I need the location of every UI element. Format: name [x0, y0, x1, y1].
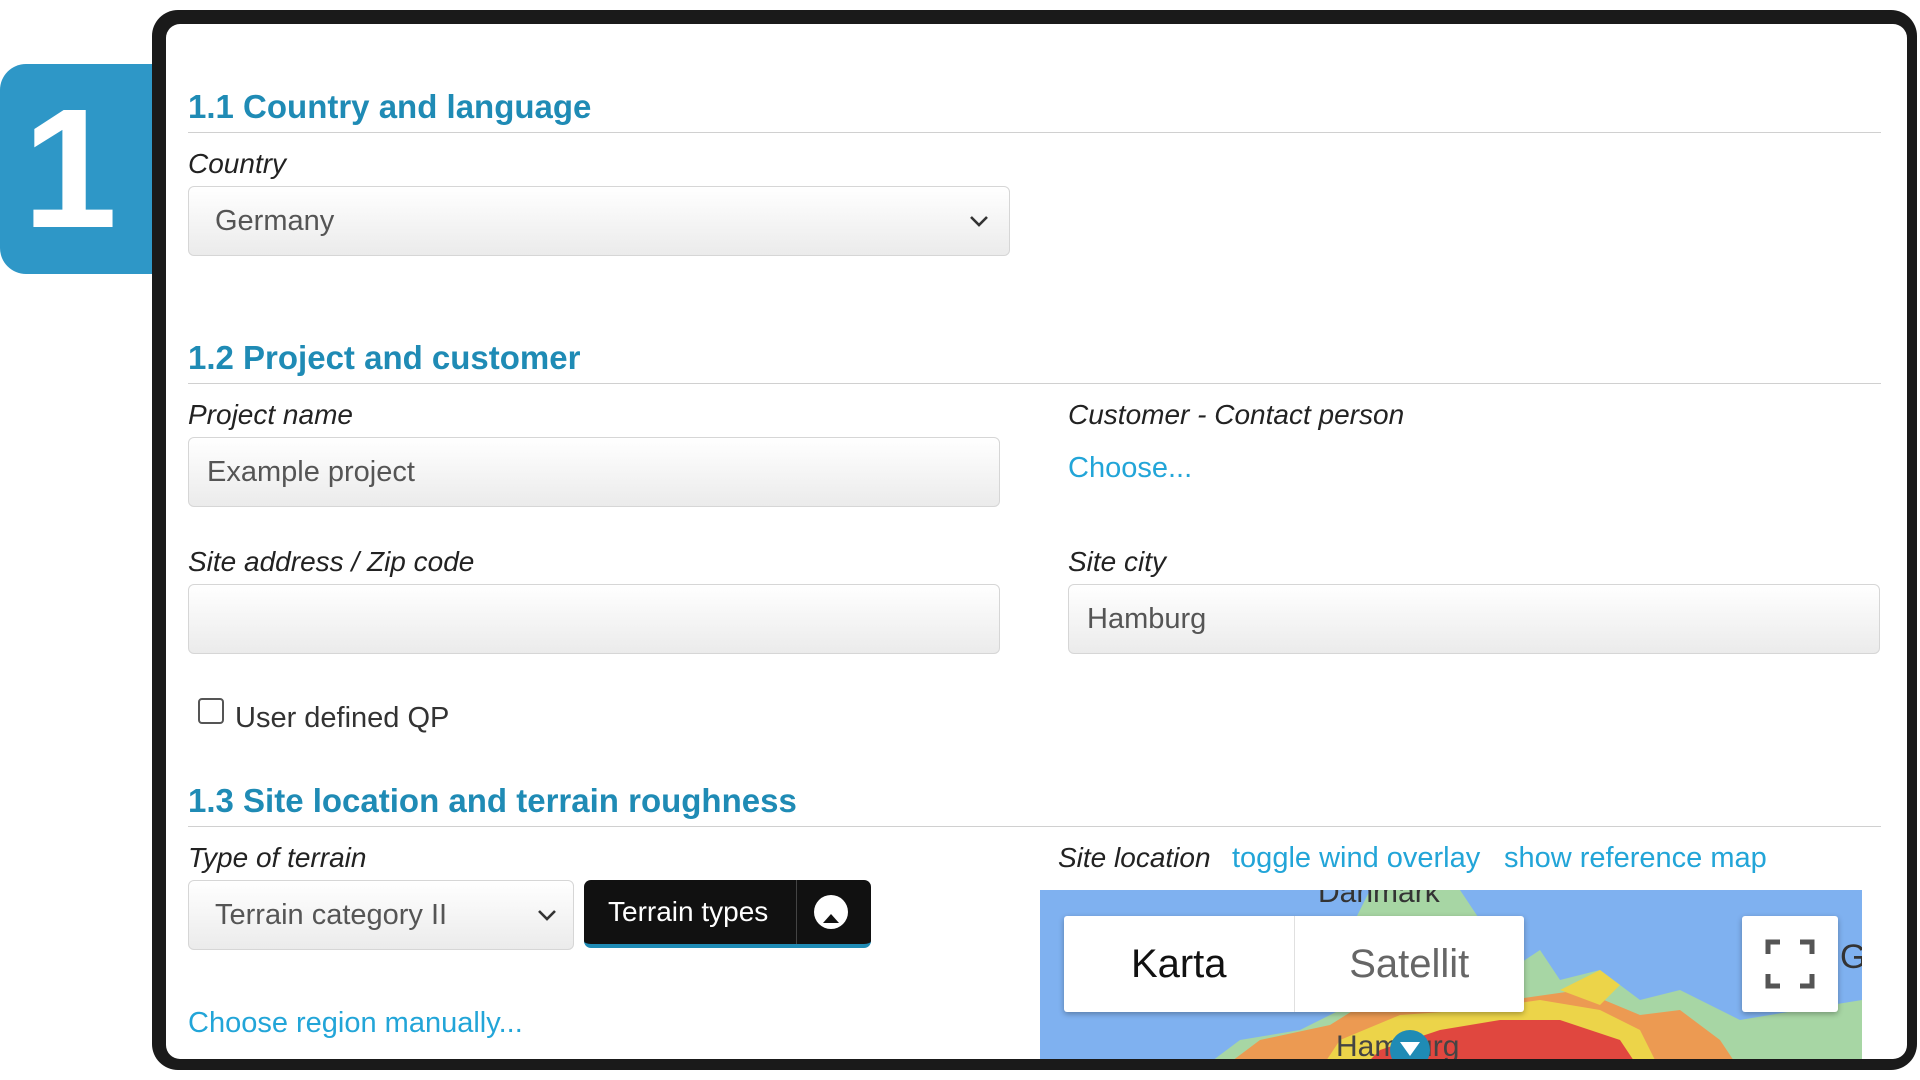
site-location-map[interactable]: Danmark Hamburg G Karta Satellit [1040, 890, 1862, 1059]
user-defined-qp-label: User defined QP [235, 702, 450, 734]
chevron-down-icon [970, 216, 988, 227]
terrain-type-value: Terrain category II [215, 899, 448, 931]
terrain-type-select[interactable]: Terrain category II [188, 880, 574, 950]
step-badge: 1 [0, 64, 170, 274]
screenshot-frame: 1.1 Country and language Country Germany… [152, 10, 1917, 1070]
site-city-input[interactable]: Hamburg [1068, 584, 1880, 654]
toggle-wind-overlay-link[interactable]: toggle wind overlay [1232, 842, 1480, 875]
terrain-types-button-label: Terrain types [608, 896, 769, 927]
user-defined-qp-checkbox[interactable] [198, 698, 224, 724]
site-city-label: Site city [1068, 546, 1167, 577]
project-name-input[interactable]: Example project [188, 437, 1000, 507]
show-reference-map-link[interactable]: show reference map [1504, 842, 1767, 875]
terrain-type-label: Type of terrain [188, 842, 367, 873]
map-type-toggle: Karta Satellit [1064, 916, 1524, 1012]
button-separator [796, 880, 797, 944]
site-city-value: Hamburg [1087, 603, 1207, 635]
step-number: 1 [22, 74, 118, 264]
project-name-label: Project name [188, 399, 353, 430]
site-address-input[interactable] [188, 584, 1000, 654]
site-location-label: Site location [1058, 842, 1211, 873]
map-label-country: Danmark [1318, 890, 1441, 909]
chevron-down-icon [538, 910, 556, 921]
section-divider [188, 383, 1881, 384]
country-select[interactable]: Germany [188, 186, 1010, 256]
fullscreen-button[interactable] [1742, 916, 1838, 1012]
chevron-up-circle-icon [814, 895, 848, 929]
section-divider [188, 132, 1881, 133]
choose-region-manually-link[interactable]: Choose region manually... [188, 1007, 523, 1040]
country-select-value: Germany [215, 205, 335, 237]
map-tab-map[interactable]: Karta [1064, 916, 1294, 1012]
section-title-site-location: 1.3 Site location and terrain roughness [188, 782, 797, 819]
map-tab-satellite[interactable]: Satellit [1293, 916, 1525, 1012]
section-title-project-customer: 1.2 Project and customer [188, 339, 581, 376]
country-label: Country [188, 148, 287, 179]
section-title-country-language: 1.1 Country and language [188, 88, 592, 125]
fullscreen-icon [1765, 939, 1815, 989]
terrain-types-button[interactable]: Terrain types [584, 880, 871, 948]
section-divider [188, 826, 1881, 827]
map-label-partial: G [1840, 938, 1862, 976]
choose-customer-link[interactable]: Choose... [1068, 452, 1192, 485]
customer-contact-label: Customer - Contact person [1068, 399, 1405, 430]
form-panel: 1.1 Country and language Country Germany… [166, 24, 1907, 1059]
project-name-value: Example project [207, 456, 415, 488]
site-address-label: Site address / Zip code [188, 546, 475, 577]
